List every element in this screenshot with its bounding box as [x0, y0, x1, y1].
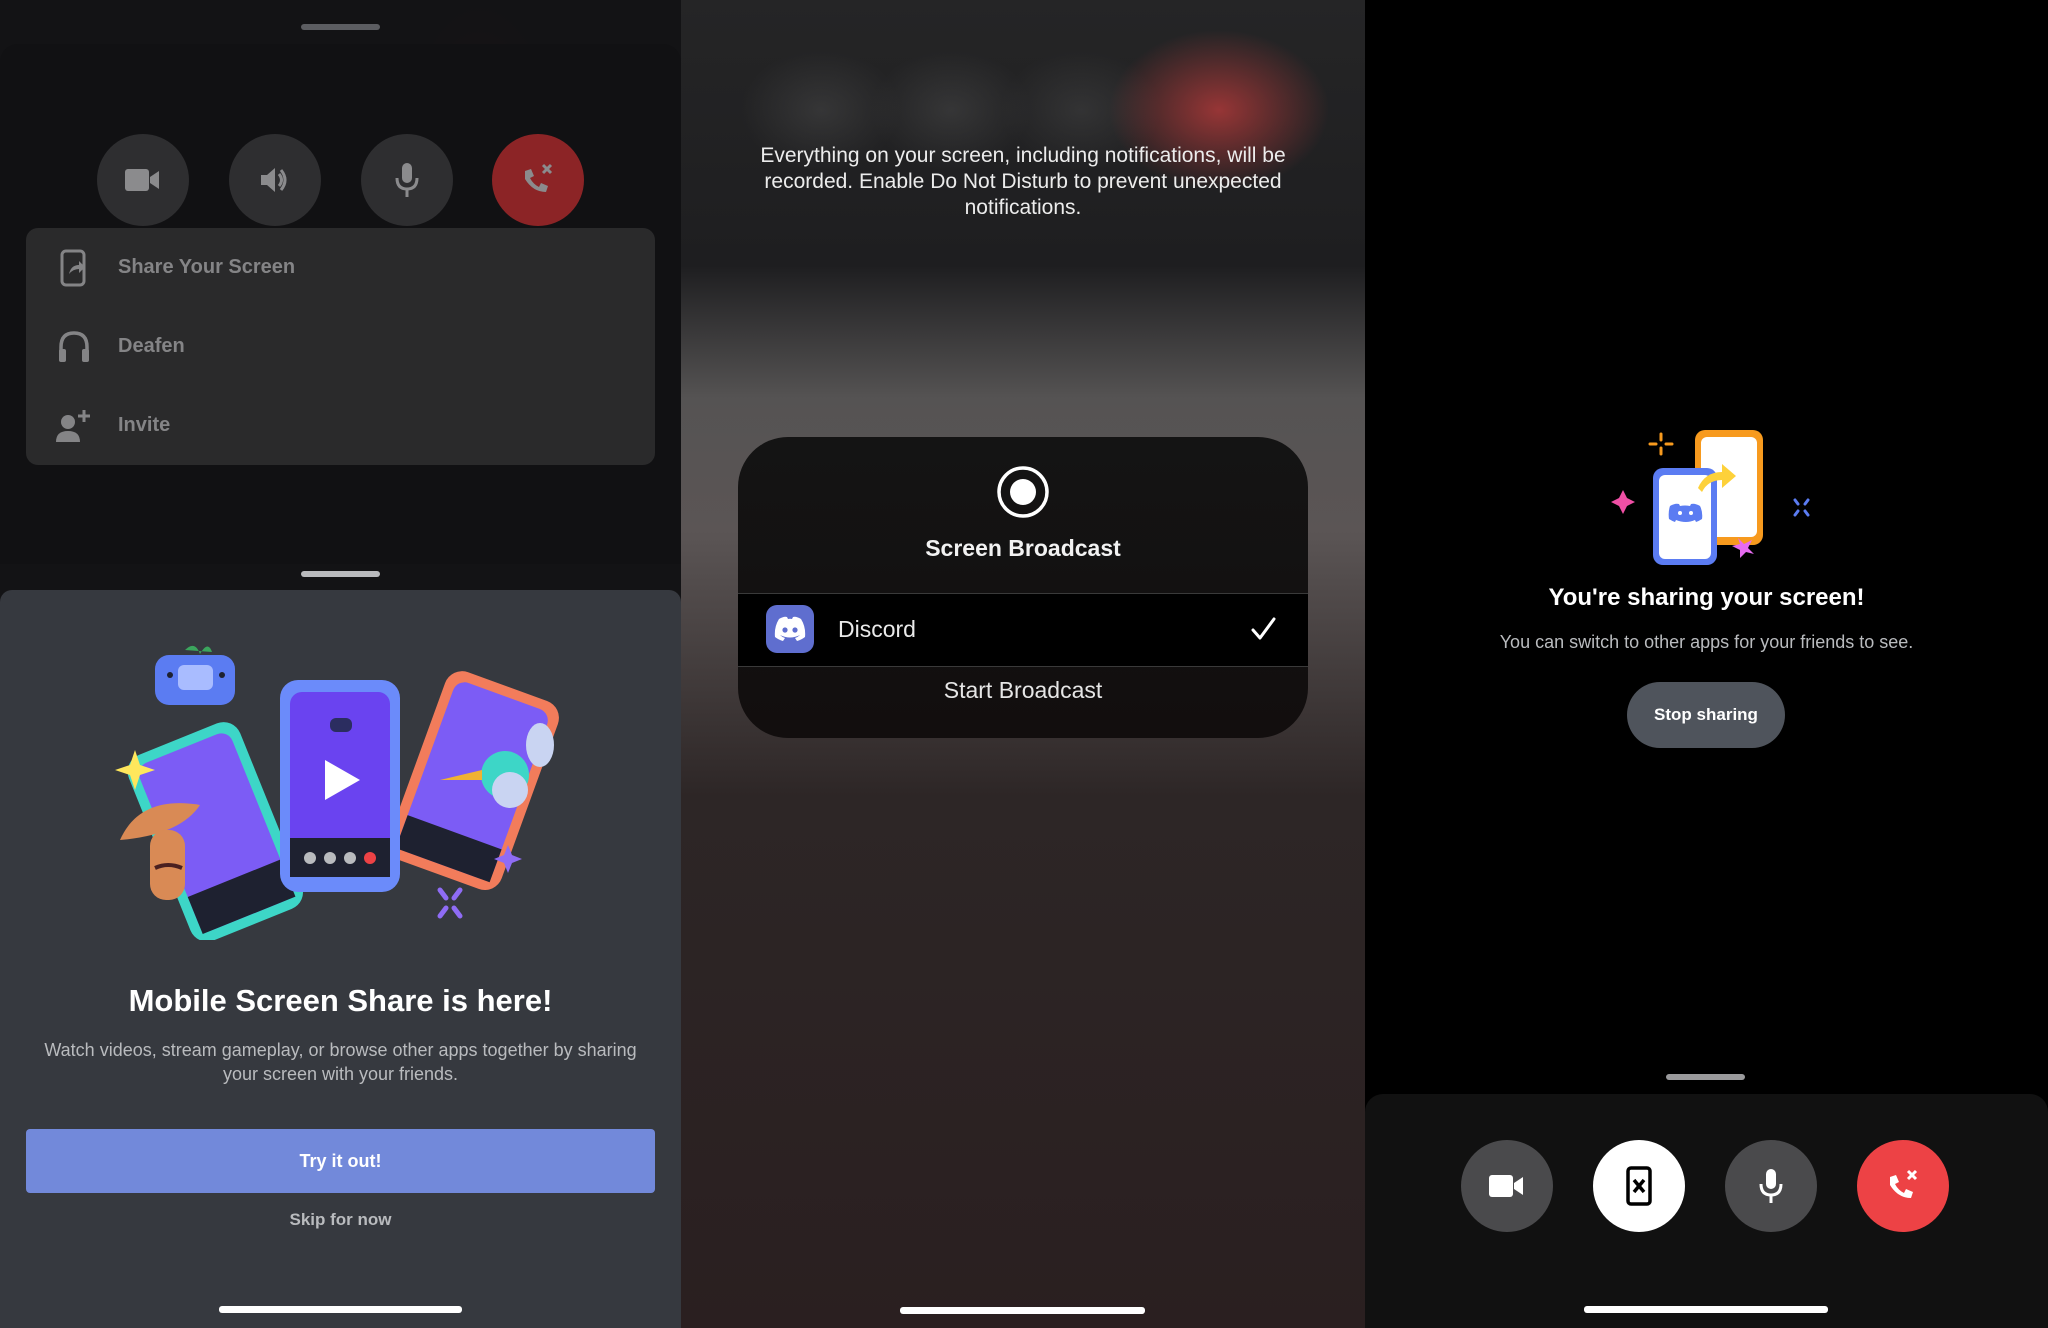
- dialog-title: Screen Broadcast: [925, 535, 1121, 561]
- screen-share-promo-sheet: Mobile Screen Share is here! Watch video…: [0, 590, 681, 1328]
- checkmark-icon: [1251, 617, 1276, 640]
- sparkle-icon: [1611, 490, 1635, 514]
- sparkle-icon: [437, 887, 463, 919]
- promo-description: Watch videos, stream gameplay, or browse…: [44, 1040, 637, 1084]
- home-indicator[interactable]: [219, 1306, 462, 1313]
- discord-app-icon: [766, 605, 814, 653]
- video-camera-icon: [1489, 1175, 1523, 1197]
- end-call-icon: [1890, 1169, 1918, 1198]
- promo-title: Mobile Screen Share is here!: [128, 983, 553, 1018]
- menu-item-deafen[interactable]: Deafen: [26, 307, 655, 386]
- microphone-button[interactable]: [1725, 1140, 1817, 1232]
- sharing-description: You can switch to other apps for your fr…: [1499, 632, 1914, 652]
- end-call-icon: [525, 163, 553, 192]
- sharing-illustration: [1611, 430, 1810, 565]
- sparkle-icon: [1648, 432, 1674, 456]
- stop-screen-share-button[interactable]: [1593, 1140, 1685, 1232]
- menu-item-share-screen[interactable]: Share Your Screen: [26, 228, 655, 307]
- add-user-icon: [52, 404, 96, 448]
- phone-illustration-right: [387, 671, 559, 891]
- sharing-title: You're sharing your screen!: [1548, 584, 1865, 611]
- call-controls-sheet: [1365, 1094, 2048, 1328]
- robot-mascot: [155, 645, 235, 705]
- start-broadcast-button[interactable]: Start Broadcast: [738, 677, 1308, 704]
- disconnect-button[interactable]: [492, 134, 584, 226]
- broadcast-app-option[interactable]: Discord: [738, 593, 1308, 667]
- screen-share-illustration: [115, 645, 559, 940]
- try-it-out-button[interactable]: Try it out!: [26, 1129, 655, 1193]
- video-camera-icon: [125, 169, 159, 191]
- camera-button[interactable]: [97, 134, 189, 226]
- record-icon: [997, 466, 1049, 518]
- screen-broadcast-screen: Everything on your screen, including not…: [681, 0, 1365, 1328]
- call-menu-screen: Share Your Screen Deafen Invite Mobile S…: [0, 0, 681, 1328]
- menu-item-label: Share Your Screen: [118, 256, 296, 278]
- disconnect-button[interactable]: [1857, 1140, 1949, 1232]
- sheet-drag-handle[interactable]: [301, 24, 380, 30]
- headphones-icon: [52, 325, 96, 369]
- screen-broadcast-dialog: Screen Broadcast Discord Start Broadcast: [738, 437, 1308, 738]
- speaker-icon: [261, 168, 287, 192]
- screen-sharing-active-screen: You're sharing your screen! You can swit…: [1365, 0, 2048, 1328]
- speaker-button[interactable]: [229, 134, 321, 226]
- home-indicator[interactable]: [1584, 1306, 1828, 1313]
- microphone-icon: [1759, 1169, 1783, 1203]
- call-options-menu: Share Your Screen Deafen Invite: [26, 228, 655, 465]
- app-name: Discord: [838, 616, 916, 642]
- menu-item-invite[interactable]: Invite: [26, 386, 655, 465]
- stop-screen-share-icon: [1626, 1166, 1652, 1206]
- menu-item-label: Deafen: [118, 335, 185, 357]
- menu-item-label: Invite: [118, 414, 171, 436]
- sheet-drag-handle[interactable]: [1666, 1074, 1745, 1080]
- discord-logo-icon: [1668, 503, 1703, 522]
- recording-warning-text: Everything on your screen, including not…: [760, 144, 1286, 219]
- microphone-icon: [395, 163, 419, 197]
- share-screen-icon: [52, 246, 96, 290]
- sparkle-icon: [1793, 498, 1810, 517]
- sheet-drag-handle[interactable]: [301, 571, 380, 577]
- skip-for-now-button[interactable]: Skip for now: [0, 1210, 681, 1230]
- stop-sharing-button[interactable]: Stop sharing: [1627, 682, 1785, 748]
- microphone-button[interactable]: [361, 134, 453, 226]
- phone-illustration-center: [280, 680, 400, 892]
- home-indicator[interactable]: [900, 1307, 1145, 1314]
- camera-button[interactable]: [1461, 1140, 1553, 1232]
